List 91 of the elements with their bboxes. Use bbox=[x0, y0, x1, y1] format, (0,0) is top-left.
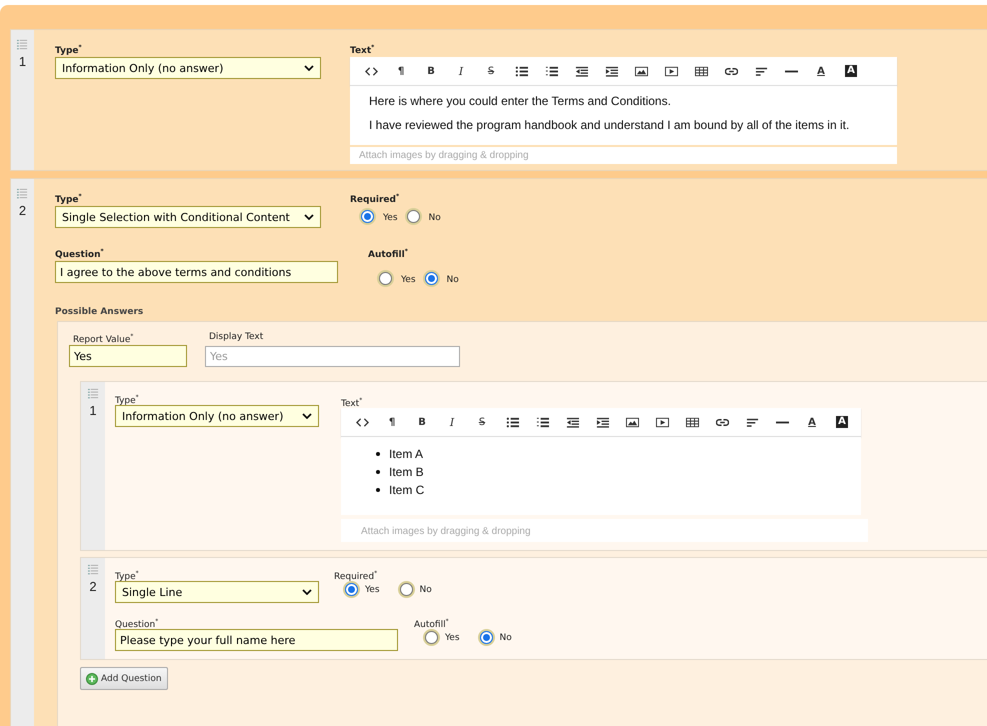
drag-handle-icon[interactable] bbox=[17, 188, 28, 199]
strikethrough-button[interactable]: S bbox=[467, 416, 497, 428]
italic-button[interactable]: I bbox=[446, 64, 476, 78]
field-label: Type$^{*}$ bbox=[115, 393, 140, 405]
strikethrough-button[interactable]: S bbox=[476, 66, 506, 76]
section-heading: Possible Answers bbox=[55, 306, 144, 319]
type-select[interactable]: Information Only (no answer) bbox=[55, 57, 321, 79]
indent-icon[interactable] bbox=[596, 416, 608, 428]
type-select[interactable]: Single Line bbox=[115, 581, 319, 603]
bold-button[interactable]: B bbox=[407, 416, 437, 428]
question-number: 1 bbox=[18, 54, 26, 69]
editor-text-area[interactable]: Here is where you could enter the Terms and Conditions. I have reviewed the program handbook and understand I am bound by all of the items in it. bbox=[350, 86, 897, 145]
radio-button[interactable] bbox=[400, 583, 413, 596]
image-icon[interactable] bbox=[626, 416, 638, 428]
radio-label: No bbox=[428, 213, 441, 223]
radio-button[interactable] bbox=[345, 583, 358, 596]
display-text-input[interactable]: Yes bbox=[205, 346, 460, 367]
code-icon[interactable] bbox=[356, 416, 368, 428]
field-label: Type$^{*}$ bbox=[55, 192, 83, 206]
question-input[interactable]: Please type your full name here bbox=[115, 629, 398, 651]
radio-label: Yes bbox=[365, 584, 380, 594]
image-icon[interactable] bbox=[634, 64, 648, 78]
field-label: Autofill$^{*}$ bbox=[414, 617, 450, 629]
type-select[interactable]: Information Only (no answer) bbox=[115, 405, 319, 427]
table-icon[interactable] bbox=[694, 64, 708, 78]
bullet-icon bbox=[376, 452, 380, 456]
paragraph-button[interactable]: ¶ bbox=[386, 66, 416, 76]
editor-text-area[interactable]: Item A Item B Item C bbox=[341, 437, 861, 515]
radio-label: Yes bbox=[401, 275, 416, 285]
field-label: Type$^{*}$ bbox=[55, 43, 83, 57]
table-icon[interactable] bbox=[686, 416, 698, 428]
outdent-icon[interactable] bbox=[566, 416, 578, 428]
radio-label: No bbox=[500, 632, 512, 642]
numbered-list-icon[interactable] bbox=[544, 64, 558, 78]
drag-handle-icon[interactable] bbox=[17, 39, 28, 50]
bullet-icon bbox=[376, 488, 380, 492]
field-label: Required$^{*}$ bbox=[334, 569, 378, 581]
field-label: Display Text bbox=[209, 331, 264, 344]
question-input[interactable]: I agree to the above terms and conditions bbox=[55, 261, 338, 283]
text-color-button[interactable]: A bbox=[806, 66, 836, 76]
plus-circle-icon bbox=[86, 672, 98, 684]
report-value-input[interactable]: Yes bbox=[69, 345, 187, 367]
chevron-down-icon bbox=[302, 589, 312, 595]
indent-icon[interactable] bbox=[604, 64, 618, 78]
radio-button[interactable] bbox=[406, 210, 420, 222]
drag-handle-icon[interactable] bbox=[88, 388, 98, 399]
italic-button[interactable]: I bbox=[437, 416, 467, 428]
radio-label: No bbox=[446, 275, 459, 285]
editor-paragraph: Here is where you could enter the Terms and Conditions. bbox=[369, 94, 672, 108]
add-question-button[interactable]: Add Question bbox=[80, 667, 168, 690]
list-item: Item B bbox=[389, 465, 424, 479]
question-number: 2 bbox=[18, 203, 26, 218]
field-label: Autofill$^{*}$ bbox=[368, 247, 409, 261]
bullet-icon bbox=[376, 470, 380, 474]
chevron-down-icon bbox=[304, 214, 314, 220]
radio-label: Yes bbox=[445, 632, 460, 642]
field-label: Question$^{*}$ bbox=[115, 617, 160, 629]
list-item: Item C bbox=[389, 483, 424, 497]
chevron-down-icon bbox=[302, 413, 312, 419]
code-icon[interactable] bbox=[364, 64, 378, 78]
drag-handle-icon[interactable] bbox=[88, 564, 98, 575]
list-item: Item A bbox=[389, 447, 424, 461]
paragraph-button[interactable]: ¶ bbox=[377, 416, 407, 428]
radio-button[interactable] bbox=[425, 631, 438, 644]
background-color-button[interactable]: A bbox=[836, 416, 848, 428]
video-icon[interactable] bbox=[664, 64, 678, 78]
question-number: 1 bbox=[89, 403, 97, 418]
numbered-list-icon[interactable] bbox=[536, 416, 548, 428]
chevron-down-icon bbox=[304, 65, 314, 71]
radio-button[interactable] bbox=[424, 272, 438, 284]
field-label: Required$^{*}$ bbox=[350, 192, 400, 206]
question-number: 2 bbox=[89, 579, 97, 594]
background-color-button[interactable]: A bbox=[845, 65, 857, 77]
field-label: Text$^{*}$ bbox=[350, 43, 376, 57]
type-select[interactable]: Single Selection with Conditional Content bbox=[55, 206, 321, 228]
bold-button[interactable]: B bbox=[416, 66, 446, 76]
radio-button[interactable] bbox=[361, 210, 374, 222]
radio-label: No bbox=[420, 584, 432, 594]
bullet-list-icon[interactable] bbox=[514, 64, 528, 78]
video-icon[interactable] bbox=[656, 416, 668, 428]
field-label: Report Value$^{*}$ bbox=[73, 332, 134, 345]
field-label: Question$^{*}$ bbox=[55, 247, 105, 261]
editor-paragraph: I have reviewed the program handbook and understand I am bound by all of the items in it. bbox=[369, 118, 850, 132]
field-label: Type$^{*}$ bbox=[115, 569, 140, 581]
radio-button[interactable] bbox=[379, 272, 392, 284]
outdent-icon[interactable] bbox=[574, 64, 588, 78]
field-label: Text$^{*}$ bbox=[341, 396, 364, 408]
bullet-list-icon[interactable] bbox=[506, 416, 518, 428]
radio-button[interactable] bbox=[480, 631, 493, 644]
text-color-button[interactable]: A bbox=[797, 416, 827, 428]
radio-label: Yes bbox=[383, 213, 398, 223]
